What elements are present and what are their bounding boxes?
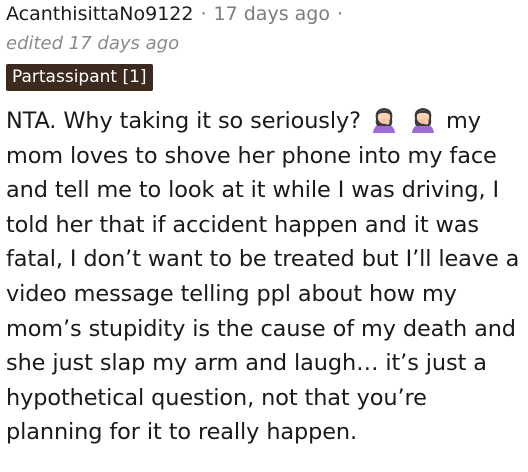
comment-line: mom loves to shove her phone into my fac…: [6, 142, 497, 169]
user-flair: Partassipant [1]: [6, 64, 153, 91]
edited-label: edited 17 days ago: [6, 33, 180, 54]
meta-separator: ·: [200, 3, 207, 25]
comment-line: mom’s stupidity is the cause of my death…: [6, 315, 516, 342]
comment-body: NTA. Why taking it so seriously? my mom …: [6, 104, 526, 450]
comment-line: told her that if accident happen and it …: [6, 211, 479, 238]
comment-meta: AcanthisittaNo9122 · 17 days ago ·: [6, 1, 350, 27]
comment-line-text: my: [446, 108, 481, 134]
comment-line-text: NTA. Why taking it so seriously?: [6, 108, 361, 134]
comment-line: planning for it to really happen.: [6, 419, 358, 446]
woman-facepalming-emoji: [369, 105, 399, 133]
comment-line: and tell me to look at it while I was dr…: [6, 177, 500, 204]
comment-line: she just slap my arm and laugh… it’s jus…: [6, 350, 487, 377]
comment-line: NTA. Why taking it so seriously? my: [6, 104, 526, 139]
author-username[interactable]: AcanthisittaNo9122: [6, 1, 193, 27]
comment-line: video message telling ppl about how my: [6, 280, 457, 307]
comment-line: hypothetical question, not that you’re: [6, 384, 427, 411]
comment-line: fatal, I don’t want to be treated but I’…: [6, 246, 520, 273]
woman-facepalming-emoji: [408, 105, 438, 133]
comment-timestamp[interactable]: 17 days ago: [214, 1, 330, 27]
meta-separator-trailing: ·: [336, 3, 344, 25]
